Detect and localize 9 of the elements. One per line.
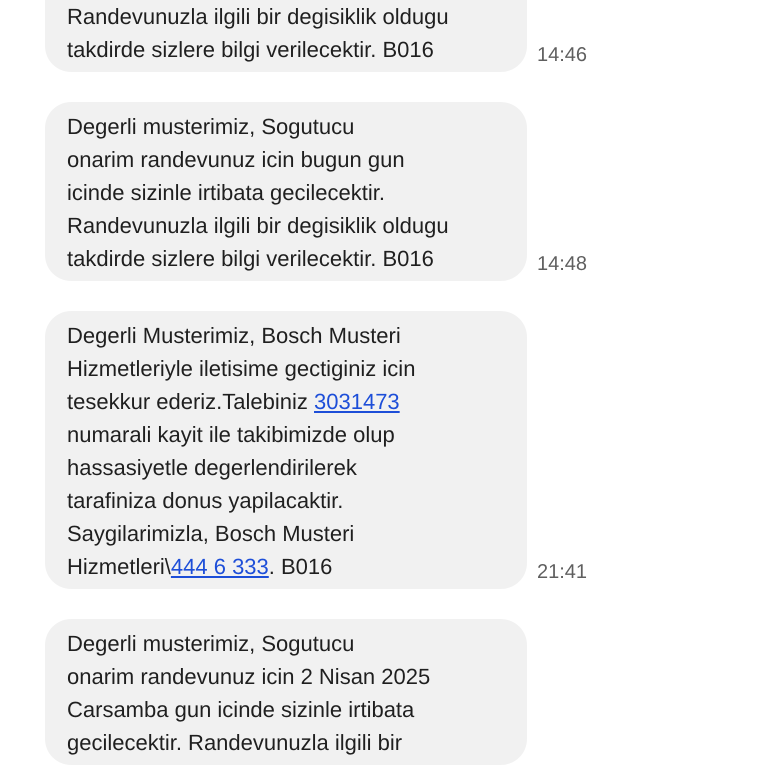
message-time: 14:46 — [537, 43, 588, 68]
message-link[interactable]: 3031473 — [314, 389, 400, 414]
message-text: Degerli Musterimiz, Bosch Musteri Hizmetleriyle iletisime gectiginiz icin tesekkur ederiz.Talebiniz 3031473 numarali kayit ile takibimizde olup hassasiyetle degerlendirilerek tarafiniza donus yapilacaktir. Saygilarimizla, Bosch Musteri Hizmetleri\444 6 333. B016 — [67, 322, 416, 581]
message-link[interactable]: 444 6 333 — [170, 554, 269, 579]
message-text: Degerli musterimiz, Sogutucu onarim randevunuz icin 2 Nisan 2025 Carsamba gun icinde sizinle irtibata gecilecektir. Randevunuzla ilgili bir — [67, 630, 432, 757]
message-time: 14:48 — [537, 252, 588, 277]
message-text: Degerli musterimiz, Sogutucu onarim randevunuz icin bugun gun icinde sizinle irtibata gecilecektir. Randevunuzla ilgili bir degisiklik oldugu takdirde sizlere bilgi verilecektir. B016 — [67, 113, 450, 273]
message-text: Randevunuzla ilgili bir degisiklik oldugu takdirde sizlere bilgi verilecektir. B016 — [67, 3, 450, 64]
message-time: 21:41 — [537, 560, 588, 585]
